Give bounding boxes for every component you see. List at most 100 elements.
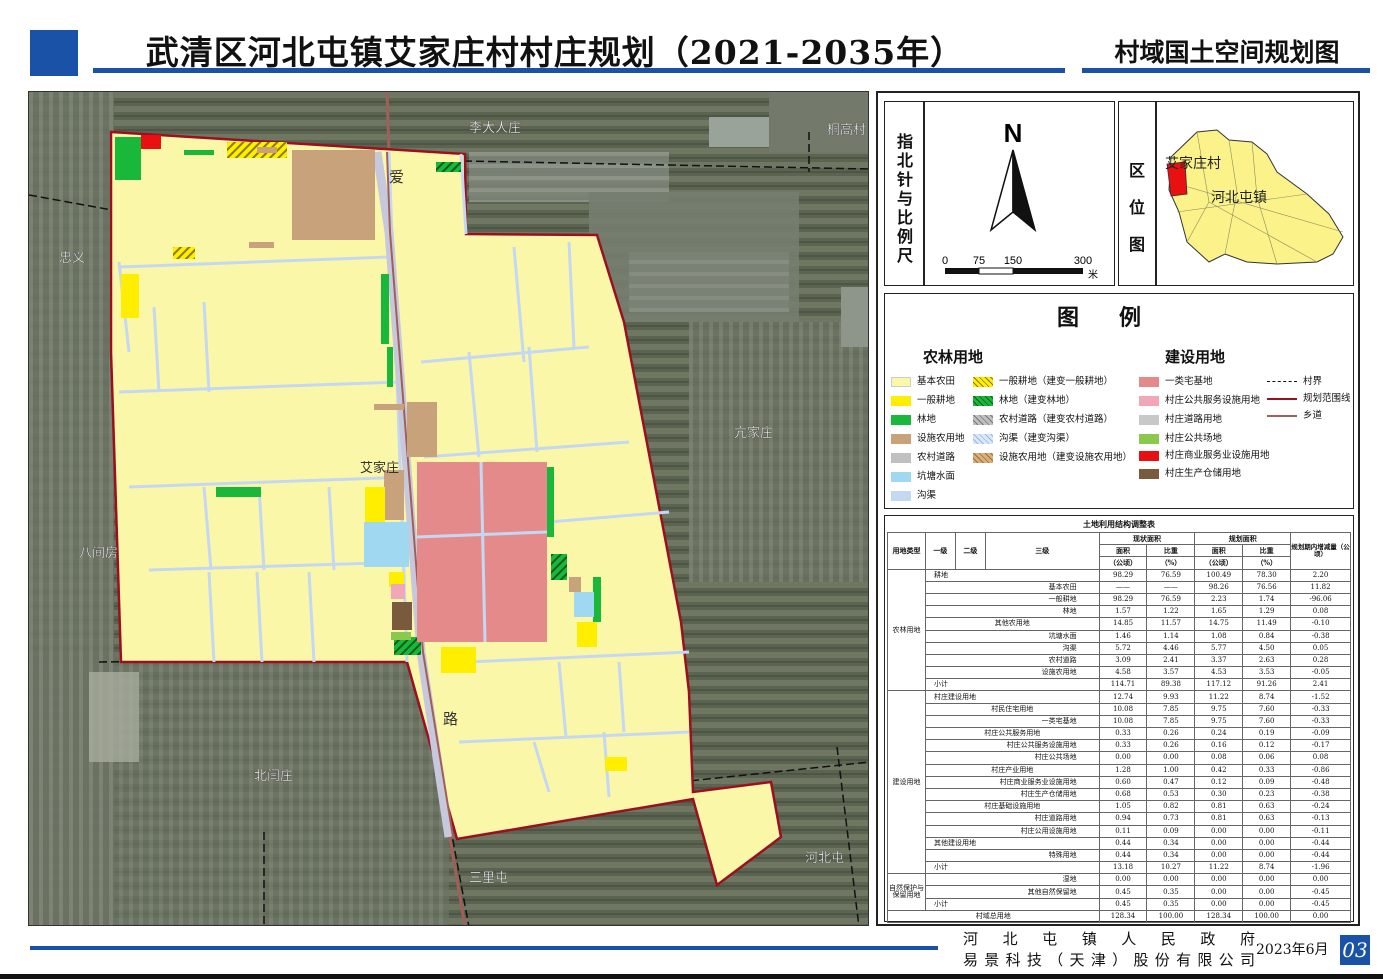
table-row: 村庄生产仓储用地 0.68 0.53 0.30 0.23 -0.38: [888, 787, 1351, 802]
pond: [364, 522, 409, 567]
table-cell-p-area: 2.23: [1194, 592, 1244, 607]
table-cell-c-ratio: 0.26: [1146, 726, 1196, 741]
table-row: 村庄公共服务用地 0.33 0.26 0.24 0.19 -0.09: [888, 726, 1351, 741]
table-cell-c-ratio: 7.85: [1146, 714, 1196, 729]
table-row: 小计 114.71 89.38 117.12 91.26 2.41: [888, 678, 1351, 692]
legend-item-ditch: 沟渠: [891, 490, 936, 502]
table-cell-p-ratio: 3.53: [1242, 666, 1292, 680]
map-label-lu: 路: [443, 711, 458, 728]
th-area-unit: （公顷）: [1194, 556, 1244, 570]
th-level3: 三级: [984, 532, 1100, 570]
legend-item-general-farmland: 一般耕地: [891, 395, 955, 407]
table-row: 林地 1.57 1.22 1.65 1.29 0.08: [888, 605, 1351, 619]
table-cell-p-area: 14.75: [1194, 617, 1244, 631]
table-cell-name: 村庄道路用地: [924, 812, 1100, 826]
table-cell-name: 小计: [924, 678, 1100, 692]
th-area-unit: （公顷）: [1098, 556, 1148, 570]
table-cell-c-ratio: 0.73: [1146, 812, 1196, 826]
table-cell-p-ratio: 0.00: [1242, 824, 1292, 838]
map-label-he-bei-tun: 河北屯: [805, 850, 844, 865]
table-cell-change: 11.82: [1290, 580, 1351, 594]
facility-agri-plot: [292, 150, 375, 240]
table-cell-c-ratio: 3.57: [1146, 666, 1196, 680]
table-cell-c-area: 0.33: [1098, 739, 1148, 753]
table-cell-c-ratio: 0.09: [1146, 824, 1196, 838]
location-village-label: 艾家庄村: [1165, 155, 1221, 171]
table-cell-name: 村庄产业用地: [924, 763, 1100, 777]
table-cell-p-ratio: 0.00: [1242, 836, 1292, 850]
table-cell-p-area: 0.24: [1194, 726, 1244, 741]
table-cell-name: 村庄公共服务设施用地: [924, 739, 1100, 753]
table-cell-c-area: 10.08: [1098, 702, 1148, 716]
map-label-kang-jia-zhuang: 亢家庄: [734, 425, 773, 440]
table-cell-p-ratio: 0.19: [1242, 726, 1292, 741]
table-cell-name: 坑塘水面: [924, 629, 1100, 643]
table-cell-c-area: 1.28: [1098, 763, 1148, 777]
table-cell-c-ratio: 1.14: [1146, 629, 1196, 643]
table-cell-p-area: 0.42: [1194, 763, 1244, 777]
table-group-label: 自然保护与保留用地: [887, 873, 926, 911]
legend: 图例 农林用地 建设用地 基本农田 一般耕地 林地 设施农用地 农村道路 坑塘水…: [884, 293, 1354, 509]
table-cell-p-ratio: 0.33: [1242, 763, 1292, 777]
table-cell-change: -0.45: [1290, 897, 1351, 911]
table-cell-change: 0.08: [1290, 605, 1351, 619]
legend-heading-agri: 农林用地: [923, 348, 984, 366]
north-arrow-icon: N 0 75 150 300 米: [942, 118, 1098, 281]
table-cell-name: 村域总用地: [887, 909, 1100, 924]
warehouse-plot: [392, 602, 412, 630]
table-cell-p-area: 0.30: [1194, 787, 1244, 802]
table-cell-p-area: 4.53: [1194, 666, 1244, 680]
north-arrow-box: 指北针与比例尺 N 0 75 150 300 米: [884, 101, 1115, 286]
table-cell-change: -0.05: [1290, 666, 1351, 680]
table-cell-p-area: 5.77: [1194, 641, 1244, 655]
table-row: 一类宅基地 10.08 7.85 9.75 7.60 -0.33: [888, 714, 1351, 729]
table-cell-name: 设施农用地: [924, 666, 1100, 680]
table-cell-p-area: 3.37: [1194, 653, 1244, 668]
table-group-label: 建设用地: [887, 690, 926, 875]
table-cell-p-ratio: 0.06: [1242, 751, 1292, 765]
location-town-label: 河北屯镇: [1211, 189, 1267, 205]
legend-heading-build: 建设用地: [1165, 348, 1226, 366]
legend-item-plan-boundary: 规划范围线: [1267, 393, 1351, 405]
table-cell-p-area: 0.81: [1194, 800, 1244, 814]
north-letter: N: [1004, 118, 1023, 148]
table-cell-name: 耕地: [924, 568, 1100, 582]
table-cell-change: -0.10: [1290, 617, 1351, 631]
table-row: 自然保护与保留用地 湿地 0.00 0.00 0.00 0.00 0.00: [887, 873, 1351, 911]
footer-date: 2023年6月: [1256, 942, 1329, 958]
table-cell-c-area: 0.00: [1098, 873, 1148, 887]
table-cell-change: 0.00: [1290, 909, 1351, 924]
table-cell-c-area: 12.74: [1098, 690, 1148, 704]
table-cell-c-area: 0.94: [1098, 812, 1148, 826]
table-cell-c-area: 0.44: [1098, 848, 1148, 863]
location-map: 艾家庄村 河北屯镇: [1165, 129, 1344, 265]
th-change: 规划期内增减量（公顷）: [1290, 532, 1351, 570]
table-cell-c-ratio: 0.35: [1146, 897, 1196, 911]
table-cell-c-ratio: 0.53: [1146, 787, 1196, 802]
table-cell-change: 0.05: [1290, 641, 1351, 655]
table-cell-p-area: 9.75: [1194, 714, 1244, 729]
table-cell-p-ratio: 0.00: [1242, 885, 1292, 899]
table-cell-c-area: 98.29: [1098, 568, 1148, 582]
table-row: 村民住宅用地 10.08 7.85 9.75 7.60 -0.33: [888, 702, 1351, 716]
village-land-use-map[interactable]: 李大人庄 桐高村 忠义 亢家庄 八间房 北闫庄 三里屯 河北屯 爱 艾家庄 路: [28, 91, 869, 926]
table-row: 其他建设用地 0.44 0.34 0.00 0.00 -0.44: [888, 836, 1351, 850]
table-cell-p-ratio: 1.29: [1242, 605, 1292, 619]
table-cell-c-area: 0.60: [1098, 775, 1148, 789]
table-cell-p-area: 0.00: [1194, 824, 1244, 838]
legend-item-township-road: 乡道: [1267, 410, 1322, 422]
table-cell-name: 其他自然保留地: [924, 885, 1100, 899]
table-cell-change: 0.28: [1290, 653, 1351, 668]
table-cell-c-ratio: 0.82: [1146, 800, 1196, 814]
table-cell-name: 其他农用地: [924, 617, 1100, 631]
table-group-label: 农林用地: [887, 568, 926, 692]
table-cell-p-ratio: 7.60: [1242, 714, 1292, 729]
table-cell-p-area: 0.00: [1194, 873, 1244, 887]
table-cell-p-ratio: 1.74: [1242, 592, 1292, 607]
table-cell-c-ratio: 9.93: [1146, 690, 1196, 704]
table-cell-change: -96.06: [1290, 592, 1351, 607]
table-cell-p-area: 0.00: [1194, 897, 1244, 911]
table-cell-name: 村庄建设用地: [924, 690, 1100, 704]
table-cell-name: 村庄商业服务业设施用地: [924, 775, 1100, 789]
table-cell-change: 0.00: [1290, 873, 1351, 887]
